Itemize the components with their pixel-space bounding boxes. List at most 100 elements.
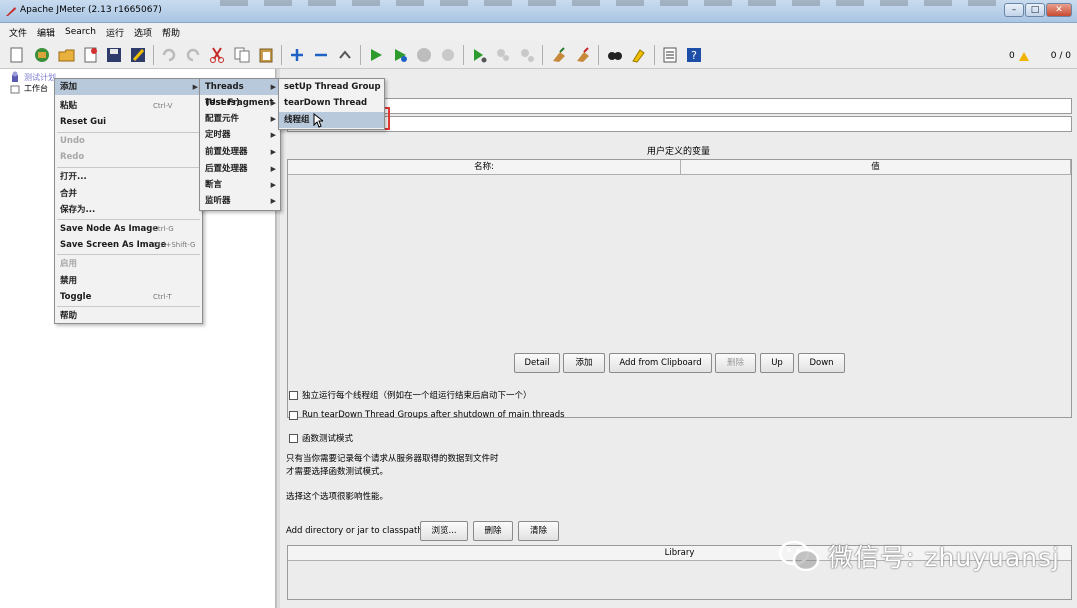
submenu-item-setup-thread-group[interactable]: setUp Thread Group	[279, 79, 384, 95]
clear-classpath-button[interactable]: 清除	[518, 521, 559, 541]
name-field[interactable]	[287, 98, 1072, 114]
menu-item-enable[interactable]: 启用	[55, 256, 202, 272]
maximize-button[interactable]: □	[1025, 3, 1045, 17]
search-icon[interactable]	[604, 44, 626, 66]
udv-table: 名称: 值	[287, 159, 1072, 418]
down-button[interactable]: Down	[798, 353, 845, 373]
submenu-arrow-icon: ▶	[270, 99, 276, 107]
menu-item-save-screen-image[interactable]: Save Screen As Image Ctrl+Shift-G	[55, 237, 202, 253]
submenu-item-assertion[interactable]: 断言 ▶	[200, 177, 280, 193]
submenu-item-threads[interactable]: Threads (Users) ▶	[200, 79, 280, 108]
undo-icon[interactable]	[158, 44, 180, 66]
menu-item-save-as[interactable]: 保存为...	[55, 202, 202, 218]
detail-button[interactable]: Detail	[514, 353, 560, 373]
remote-stop-icon[interactable]	[492, 44, 514, 66]
submenu-item-config-element[interactable]: 配置元件 ▶	[200, 111, 280, 127]
toolbar: ? 0 0 / 0	[0, 41, 1077, 69]
submenu-item-listener[interactable]: 监听器 ▶	[200, 193, 280, 209]
copy-icon[interactable]	[231, 44, 253, 66]
cut-icon[interactable]	[206, 44, 228, 66]
help-icon[interactable]: ?	[683, 44, 705, 66]
function-helper-icon[interactable]	[659, 44, 681, 66]
menu-item-label: 添加	[60, 82, 78, 92]
functional-mode-note-2: 才需要选择函数测试模式。	[286, 467, 389, 477]
up-button[interactable]: Up	[760, 353, 794, 373]
checkbox[interactable]	[289, 433, 298, 443]
close-plan-icon[interactable]	[80, 44, 102, 66]
menu-item-label: Test Fragment	[205, 98, 274, 108]
clear-icon[interactable]	[548, 44, 570, 66]
paste-icon[interactable]	[255, 44, 277, 66]
menu-help[interactable]: 帮助	[157, 26, 185, 39]
menu-item-redo[interactable]: Redo	[55, 149, 202, 165]
shortcut-label: Ctrl-G	[153, 225, 174, 233]
menu-item-open[interactable]: 打开...	[55, 169, 202, 185]
save-icon[interactable]	[103, 44, 125, 66]
checkbox[interactable]	[289, 410, 298, 420]
clear-all-icon[interactable]	[572, 44, 594, 66]
remote-start-icon[interactable]	[468, 44, 490, 66]
submenu-item-timer[interactable]: 定时器 ▶	[200, 127, 280, 143]
menu-item-reset-gui[interactable]: Reset Gui	[55, 114, 202, 130]
tree-node-workbench[interactable]: 工作台	[10, 83, 48, 94]
menu-file[interactable]: 文件	[4, 26, 32, 39]
menu-item-help[interactable]: 帮助	[55, 308, 202, 324]
menu-item-save-node-image[interactable]: Save Node As Image Ctrl-G	[55, 221, 202, 237]
submenu-item-thread-group[interactable]: 线程组	[279, 112, 384, 128]
submenu-arrow-icon: ▶	[270, 181, 276, 189]
warning-icon[interactable]	[1018, 51, 1029, 61]
delete-classpath-button[interactable]: 删除	[473, 521, 513, 541]
serialize-threadgroups-option[interactable]: 独立运行每个线程组（例如在一个组运行结束后启动下一个）	[289, 389, 532, 401]
comments-field[interactable]	[287, 116, 1072, 132]
save-as-icon[interactable]	[127, 44, 149, 66]
column-header-value[interactable]: 值	[681, 160, 1071, 175]
new-icon[interactable]	[6, 44, 28, 66]
menu-run[interactable]: 运行	[101, 26, 129, 39]
expand-icon[interactable]	[286, 44, 308, 66]
menu-edit[interactable]: 编辑	[32, 26, 60, 39]
shutdown-icon[interactable]	[437, 44, 459, 66]
remote-shutdown-icon[interactable]	[516, 44, 538, 66]
menu-options[interactable]: 选项	[129, 26, 157, 39]
reset-search-icon[interactable]	[628, 44, 650, 66]
delete-button[interactable]: 删除	[715, 353, 756, 373]
menu-item-merge[interactable]: 合并	[55, 186, 202, 202]
menu-item-disable[interactable]: 禁用	[55, 273, 202, 289]
menu-item-undo[interactable]: Undo	[55, 133, 202, 149]
minimize-button[interactable]: –	[1004, 3, 1024, 17]
test-plan-icon	[12, 71, 18, 82]
menu-item-toggle[interactable]: Toggle Ctrl-T	[55, 289, 202, 305]
udv-title: 用户定义的变量	[647, 147, 711, 157]
teardown-on-shutdown-option[interactable]: Run tearDown Thread Groups after shutdow…	[289, 410, 565, 420]
threads-submenu: setUp Thread Group tearDown Thread Group…	[278, 78, 385, 130]
status-area: 0 0 / 0	[1009, 51, 1071, 61]
menu-search[interactable]: Search	[60, 27, 101, 37]
add-button[interactable]: 添加	[563, 353, 605, 373]
column-header-name[interactable]: 名称:	[288, 160, 681, 175]
browse-button[interactable]: 浏览...	[420, 521, 468, 541]
close-button[interactable]: ✕	[1046, 3, 1072, 17]
menu-item-label: 保存为...	[60, 205, 96, 215]
add-from-clipboard-button[interactable]: Add from Clipboard	[609, 353, 712, 373]
start-no-pauses-icon[interactable]	[389, 44, 411, 66]
menu-separator	[57, 306, 200, 307]
stop-icon[interactable]	[413, 44, 435, 66]
functional-mode-option[interactable]: 函数测试模式	[289, 432, 353, 444]
menu-item-add[interactable]: 添加 ▶	[55, 79, 202, 95]
submenu-item-preprocessor[interactable]: 前置处理器 ▶	[200, 144, 280, 160]
toggle-icon[interactable]	[334, 44, 356, 66]
submenu-item-test-fragment[interactable]: Test Fragment ▶	[200, 95, 280, 111]
collapse-icon[interactable]	[310, 44, 332, 66]
tree-node-test-plan[interactable]: 测试计划	[10, 71, 56, 83]
performance-note: 选择这个选项很影响性能。	[286, 492, 389, 502]
start-icon[interactable]	[365, 44, 387, 66]
open-icon[interactable]	[56, 44, 78, 66]
templates-icon[interactable]	[31, 44, 53, 66]
warning-count: 0	[1009, 51, 1015, 61]
checkbox[interactable]	[289, 390, 298, 400]
submenu-item-postprocessor[interactable]: 后置处理器 ▶	[200, 161, 280, 177]
menu-item-paste[interactable]: 粘贴 Ctrl-V	[55, 98, 202, 114]
menu-separator	[57, 254, 200, 255]
submenu-item-teardown-thread-group[interactable]: tearDown Thread Group	[279, 95, 384, 124]
redo-icon[interactable]	[182, 44, 204, 66]
